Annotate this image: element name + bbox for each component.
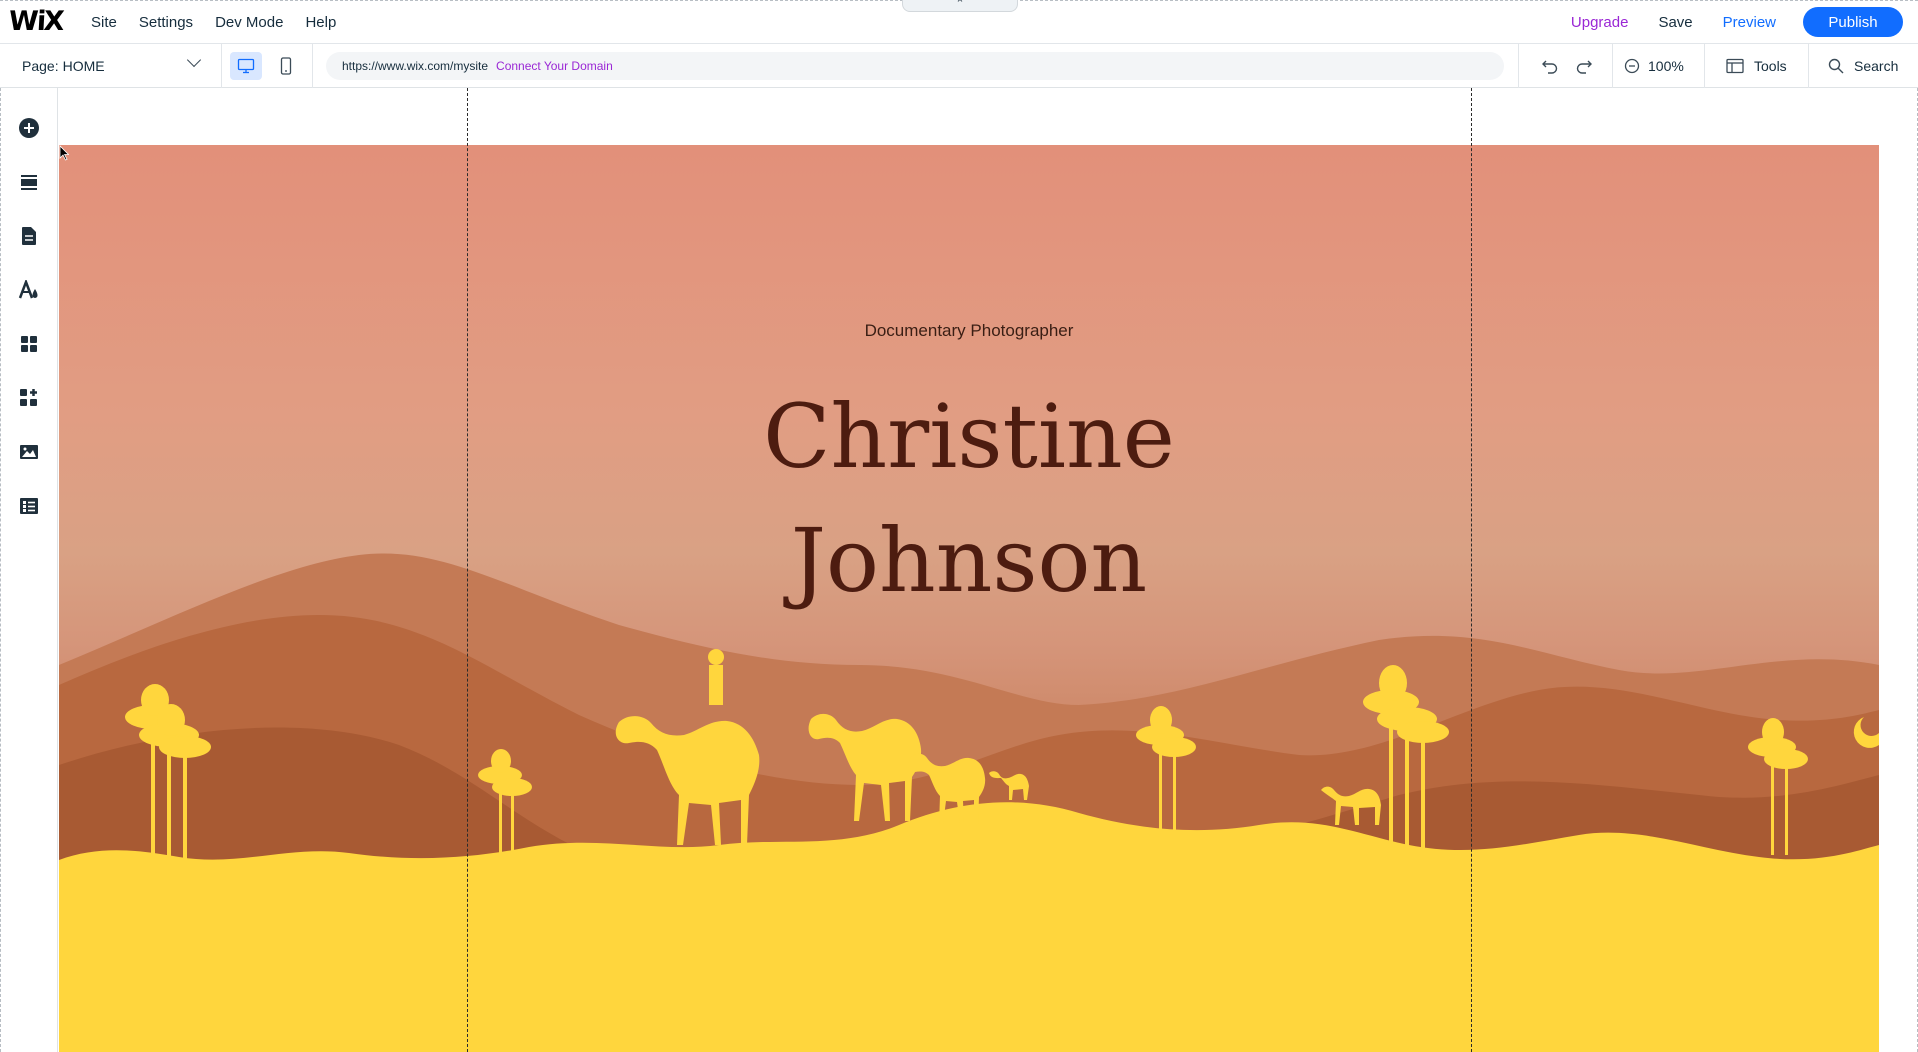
toolbar-divider bbox=[1612, 44, 1613, 88]
site-url: https://www.wix.com/mysite bbox=[342, 59, 489, 73]
app-market-button[interactable] bbox=[17, 386, 41, 410]
grid-guide-left bbox=[467, 88, 468, 1052]
tools-icon bbox=[1726, 58, 1744, 74]
search-label: Search bbox=[1854, 58, 1899, 74]
page-selector[interactable]: Page: HOME bbox=[0, 44, 222, 88]
editor-canvas[interactable]: Documentary Photographer Christine Johns… bbox=[59, 88, 1879, 1052]
grid-guide-right bbox=[1471, 88, 1472, 1052]
publish-button[interactable]: Publish bbox=[1803, 7, 1903, 37]
tools-button[interactable]: Tools bbox=[1726, 44, 1787, 88]
mobile-view-button[interactable] bbox=[270, 52, 302, 80]
save-button[interactable]: Save bbox=[1658, 14, 1692, 31]
menu-help[interactable]: Help bbox=[294, 14, 347, 31]
preview-button[interactable]: Preview bbox=[1723, 14, 1776, 31]
canvas-right-gutter bbox=[1879, 88, 1918, 1052]
wix-logo[interactable]: WiX bbox=[7, 6, 65, 37]
editor-toolbar: Page: HOME https://www.wix.com/mysite Co… bbox=[0, 44, 1918, 88]
page-label: Page: bbox=[22, 58, 59, 74]
collapse-toolbar-tab[interactable]: ⌃ bbox=[902, 0, 1018, 12]
desktop-icon bbox=[237, 58, 255, 74]
upgrade-link[interactable]: Upgrade bbox=[1571, 14, 1629, 31]
top-bar: WiX Site Settings Dev Mode Help ⌃ Upgrad… bbox=[0, 0, 1918, 44]
toolbar-divider bbox=[1518, 44, 1519, 88]
chevron-down-icon bbox=[186, 52, 202, 68]
apps-button[interactable] bbox=[17, 332, 41, 356]
main-menu: Site Settings Dev Mode Help bbox=[80, 0, 347, 44]
media-icon bbox=[20, 445, 38, 459]
hero-title-line-2[interactable]: Johnson bbox=[59, 509, 1879, 612]
redo-icon bbox=[1576, 60, 1592, 74]
add-icon bbox=[19, 118, 39, 138]
redo-button[interactable] bbox=[1574, 56, 1594, 76]
site-header-section[interactable] bbox=[59, 88, 1879, 145]
hero-subtitle[interactable]: Documentary Photographer bbox=[59, 321, 1879, 341]
design-icon bbox=[18, 280, 38, 299]
undo-button[interactable] bbox=[1540, 56, 1560, 76]
hero-section[interactable]: Documentary Photographer Christine Johns… bbox=[59, 145, 1879, 1052]
sections-button[interactable] bbox=[17, 170, 41, 194]
undo-icon bbox=[1542, 60, 1558, 74]
mouse-cursor-icon bbox=[59, 145, 69, 161]
page-value: HOME bbox=[62, 58, 105, 74]
pages-button[interactable] bbox=[17, 224, 41, 248]
toolbar-divider bbox=[312, 44, 313, 88]
connect-domain-link[interactable]: Connect Your Domain bbox=[496, 59, 613, 73]
menu-settings[interactable]: Settings bbox=[128, 14, 204, 31]
zoom-control[interactable]: 100% bbox=[1624, 44, 1684, 88]
apps-icon bbox=[21, 336, 37, 352]
search-icon bbox=[1828, 58, 1844, 74]
menu-site[interactable]: Site bbox=[80, 14, 128, 31]
pages-icon bbox=[22, 227, 36, 245]
site-url-bar[interactable]: https://www.wix.com/mysite Connect Your … bbox=[326, 52, 1504, 80]
toolbar-divider bbox=[1704, 44, 1705, 88]
cms-button[interactable] bbox=[17, 494, 41, 518]
menu-dev-mode[interactable]: Dev Mode bbox=[204, 14, 294, 31]
site-design-button[interactable] bbox=[17, 278, 41, 302]
cms-icon bbox=[20, 498, 38, 514]
left-panel bbox=[0, 88, 58, 1052]
tools-label: Tools bbox=[1754, 58, 1787, 74]
zoom-out-icon bbox=[1624, 58, 1640, 74]
top-actions: Upgrade Save Preview Publish bbox=[1571, 0, 1918, 44]
mobile-icon bbox=[280, 57, 292, 75]
app-market-icon bbox=[20, 389, 37, 406]
zoom-level: 100% bbox=[1648, 58, 1684, 74]
desktop-view-button[interactable] bbox=[230, 52, 262, 80]
hero-title-line-1[interactable]: Christine bbox=[59, 385, 1879, 488]
media-button[interactable] bbox=[17, 440, 41, 464]
search-button[interactable]: Search bbox=[1828, 44, 1898, 88]
sections-icon bbox=[21, 175, 37, 190]
toolbar-divider bbox=[1808, 44, 1809, 88]
add-elements-button[interactable] bbox=[17, 116, 41, 140]
